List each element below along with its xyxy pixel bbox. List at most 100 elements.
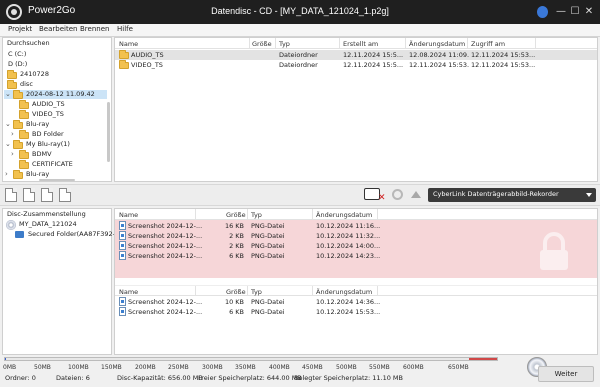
composition-panel: Disc-Zusammenstellung MY_DATA_121024 Sec… [2,208,119,355]
folder-icon [13,140,23,149]
minimize-icon[interactable]: — [554,4,568,20]
chevron-down-icon[interactable]: ⌄ [5,120,11,128]
folder-icon [13,170,23,179]
col-modified[interactable]: Änderungsdatum [409,40,465,48]
chevron-down-icon [586,193,592,197]
tree-item-label: VIDEO_TS [32,110,64,118]
folder-icon [19,100,29,109]
secured-list-header: Name Größe Typ Änderungsdatum [115,209,597,220]
composition-label: Disc-Zusammenstellung [7,210,86,218]
col-type[interactable]: Typ [251,211,262,219]
status-files: Dateien: 6 [56,374,90,382]
col-type[interactable]: Typ [279,40,290,48]
folder-icon [19,150,29,159]
disc-icon [6,220,16,230]
update-bell-icon[interactable] [537,6,548,18]
chevron-right-icon[interactable]: › [5,170,8,178]
col-size[interactable]: Größe [252,40,272,48]
folder-icon [13,90,23,99]
import-icon[interactable] [59,188,71,202]
recorder-select[interactable]: CyberLink Datenträgerabbild-Rekorder [428,188,596,202]
row-modified: 10.12.2024 14:00... [316,242,381,250]
tree-item-my-data[interactable]: MY_DATA_121024 [4,220,111,230]
col-type[interactable]: Typ [251,288,262,296]
table-row[interactable]: Screenshot 2024-12-... 2 KB PNG-Datei 10… [115,241,597,251]
tree-item-2024-08-12[interactable]: ⌄ 2024-08-12 11.09.42 [4,90,107,99]
row-size: 16 KB [224,222,244,230]
tree-item-label: 2410728 [20,70,49,78]
table-row[interactable]: Screenshot 2024-12-... 6 KB PNG-Datei 10… [115,251,597,261]
menu-bearbeiten[interactable]: Bearbeiten [39,25,77,33]
copy-icon[interactable] [41,188,53,202]
tree-item-certificate[interactable]: CERTIFICATE [4,160,107,169]
chevron-right-icon[interactable]: › [11,150,14,158]
row-name: AUDIO_TS [131,51,164,59]
tree-item-label: Blu-ray [26,120,50,128]
eject-icon[interactable] [411,191,421,198]
menu-projekt[interactable]: Projekt [8,25,32,33]
table-row[interactable]: Screenshot 2024-12-... 16 KB PNG-Datei 1… [115,221,597,231]
tree-item-bd-folder[interactable]: › BD Folder [4,130,107,139]
row-name: Screenshot 2024-12-... [128,222,203,230]
recorder-select-value: CyberLink Datenträgerabbild-Rekorder [433,190,559,198]
title-bar: Power2Go Datendisc - CD - [MY_DATA_12102… [0,0,600,24]
row-modified: 12.08.2024 11:09... [409,51,469,59]
tree-item-disc[interactable]: disc [4,80,107,89]
table-row[interactable]: VIDEO_TS Dateiordner 12.11.2024 15:5... … [115,60,597,70]
table-row[interactable]: Screenshot 2024-12-... 6 KB PNG-Datei 10… [115,307,597,317]
menu-brennen[interactable]: Brennen [80,25,109,33]
col-accessed[interactable]: Zugriff am [471,40,505,48]
table-row[interactable]: Screenshot 2024-12-... 10 KB PNG-Datei 1… [115,297,597,307]
row-size: 2 KB [229,242,244,250]
chevron-right-icon[interactable]: › [11,130,14,138]
tree-item-bdmv[interactable]: › BDMV [4,150,107,159]
chevron-down-icon[interactable]: ⌄ [5,140,11,148]
col-name[interactable]: Name [119,288,138,296]
col-size[interactable]: Größe [226,288,246,296]
tree-item-audio-ts[interactable]: AUDIO_TS [4,100,107,109]
tree-item-blu-ray-2[interactable]: › Blu-ray [4,170,107,179]
table-row[interactable]: Screenshot 2024-12-... 2 KB PNG-Datei 10… [115,231,597,241]
tree-item-video-ts[interactable]: VIDEO_TS [4,110,107,119]
col-modified[interactable]: Änderungsdatum [316,211,372,219]
chevron-down-icon[interactable]: ⌄ [5,90,11,98]
row-size: 6 KB [229,308,244,316]
tree-item-2410728[interactable]: 2410728 [4,70,107,79]
tree-item-blu-ray[interactable]: ⌄ Blu-ray [4,120,107,129]
next-button[interactable]: Weiter [538,366,594,382]
png-file-icon [119,307,126,316]
tree-item-label: disc [20,80,33,88]
capacity-scale: 0MB 50MB 100MB 150MB 200MB 250MB 300MB 3… [0,355,600,371]
tree-hscrollbar[interactable] [39,179,75,181]
row-modified: 10.12.2024 11:32... [316,232,381,240]
composition-list-panel: Name Größe Typ Änderungsdatum Screenshot… [114,208,598,355]
row-accessed: 12.11.2024 15:53... [471,51,535,59]
folder-icon [13,120,23,129]
row-name: Screenshot 2024-12-... [128,232,203,240]
col-created[interactable]: Erstellt am [343,40,378,48]
tree-item-my-blu-ray[interactable]: ⌄ My Blu-ray(1) [4,140,107,149]
tree-item-c[interactable]: C (C:) [4,50,107,59]
col-name[interactable]: Name [119,211,138,219]
tree-item-label: C (C:) [8,50,27,58]
row-created: 12.11.2024 15:5... [343,61,404,69]
tree-scrollbar[interactable] [107,102,110,162]
png-file-icon [119,241,126,250]
tree-item-secured-folder[interactable]: Secured Folder(AA87F392-3 [4,230,119,239]
col-name[interactable]: Name [119,40,138,48]
tree-item-label: My Blu-ray(1) [26,140,70,148]
folder-icon [7,80,17,89]
menu-hilfe[interactable]: Hilfe [117,25,133,33]
row-name: Screenshot 2024-12-... [128,298,203,306]
col-modified[interactable]: Änderungsdatum [316,288,372,296]
add-folder-icon[interactable] [23,188,35,202]
tree-item-d[interactable]: D (D:) [4,60,107,69]
col-size[interactable]: Größe [226,211,246,219]
add-files-icon[interactable] [5,188,17,202]
remove-x-icon[interactable]: ✕ [378,194,386,203]
close-icon[interactable]: ✕ [582,4,596,20]
row-modified: 10.12.2024 14:36... [316,298,381,306]
table-row[interactable]: AUDIO_TS Dateiordner 12.11.2024 15:5... … [115,50,597,60]
settings-icon[interactable] [392,189,403,200]
maximize-icon[interactable]: ☐ [568,4,582,20]
